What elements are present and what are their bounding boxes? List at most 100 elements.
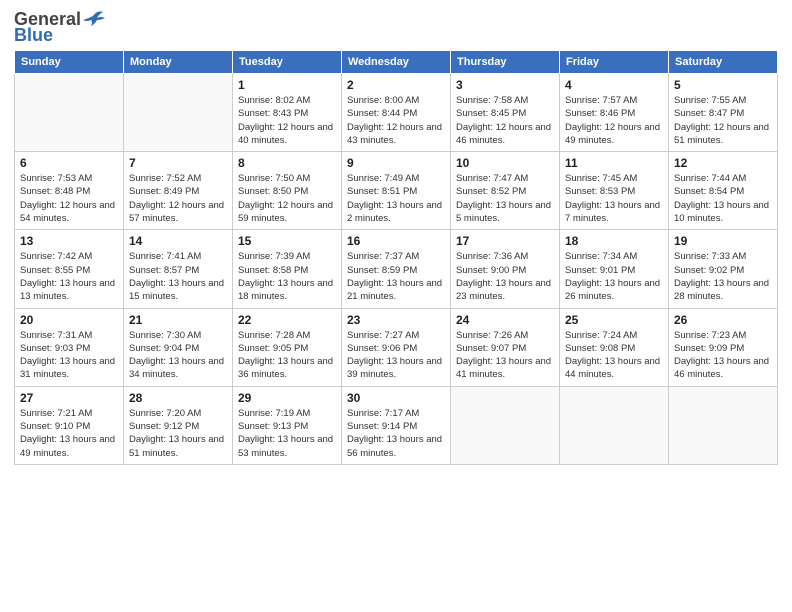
day-number: 8 bbox=[238, 156, 336, 170]
header: General Blue bbox=[14, 10, 778, 44]
day-number: 1 bbox=[238, 78, 336, 92]
calendar-cell: 20 Sunrise: 7:31 AM Sunset: 9:03 PM Dayli… bbox=[15, 308, 124, 386]
calendar-cell: 27 Sunrise: 7:21 AM Sunset: 9:10 PM Dayli… bbox=[15, 386, 124, 464]
calendar-cell: 6 Sunrise: 7:53 AM Sunset: 8:48 PM Daylig… bbox=[15, 152, 124, 230]
weekday-header-saturday: Saturday bbox=[669, 51, 778, 74]
day-info: Sunrise: 7:52 AM Sunset: 8:49 PM Dayligh… bbox=[129, 172, 227, 225]
weekday-header-sunday: Sunday bbox=[15, 51, 124, 74]
day-info: Sunrise: 7:50 AM Sunset: 8:50 PM Dayligh… bbox=[238, 172, 336, 225]
day-number: 23 bbox=[347, 313, 445, 327]
day-info: Sunrise: 7:27 AM Sunset: 9:06 PM Dayligh… bbox=[347, 329, 445, 382]
logo-blue-text: Blue bbox=[14, 26, 53, 44]
calendar-cell: 8 Sunrise: 7:50 AM Sunset: 8:50 PM Daylig… bbox=[233, 152, 342, 230]
weekday-header-thursday: Thursday bbox=[451, 51, 560, 74]
week-row-0: 1 Sunrise: 8:02 AM Sunset: 8:43 PM Daylig… bbox=[15, 74, 778, 152]
day-info: Sunrise: 8:02 AM Sunset: 8:43 PM Dayligh… bbox=[238, 94, 336, 147]
week-row-1: 6 Sunrise: 7:53 AM Sunset: 8:48 PM Daylig… bbox=[15, 152, 778, 230]
day-number: 28 bbox=[129, 391, 227, 405]
calendar-cell: 15Sunrise: 7:39 AM Sunset: 8:58 PM Dayli… bbox=[233, 230, 342, 308]
calendar-cell: 4 Sunrise: 7:57 AM Sunset: 8:46 PM Daylig… bbox=[560, 74, 669, 152]
calendar-cell: 5 Sunrise: 7:55 AM Sunset: 8:47 PM Daylig… bbox=[669, 74, 778, 152]
day-info: Sunrise: 7:30 AM Sunset: 9:04 PM Dayligh… bbox=[129, 329, 227, 382]
calendar-cell: 19Sunrise: 7:33 AM Sunset: 9:02 PM Dayli… bbox=[669, 230, 778, 308]
day-info: Sunrise: 7:21 AM Sunset: 9:10 PM Dayligh… bbox=[20, 407, 118, 460]
calendar-cell: 26Sunrise: 7:23 AM Sunset: 9:09 PM Dayli… bbox=[669, 308, 778, 386]
day-info: Sunrise: 7:49 AM Sunset: 8:51 PM Dayligh… bbox=[347, 172, 445, 225]
day-info: Sunrise: 7:17 AM Sunset: 9:14 PM Dayligh… bbox=[347, 407, 445, 460]
calendar-cell bbox=[15, 74, 124, 152]
calendar-cell: 21 Sunrise: 7:30 AM Sunset: 9:04 PM Dayli… bbox=[124, 308, 233, 386]
day-number: 24 bbox=[456, 313, 554, 327]
day-number: 14 bbox=[129, 234, 227, 248]
calendar-cell: 14 Sunrise: 7:41 AM Sunset: 8:57 PM Dayli… bbox=[124, 230, 233, 308]
calendar-cell: 16 Sunrise: 7:37 AM Sunset: 8:59 PM Dayli… bbox=[342, 230, 451, 308]
calendar-cell bbox=[560, 386, 669, 464]
day-number: 4 bbox=[565, 78, 663, 92]
calendar-cell: 25 Sunrise: 7:24 AM Sunset: 9:08 PM Dayli… bbox=[560, 308, 669, 386]
day-info: Sunrise: 7:58 AM Sunset: 8:45 PM Dayligh… bbox=[456, 94, 554, 147]
calendar-cell: 11 Sunrise: 7:45 AM Sunset: 8:53 PM Dayli… bbox=[560, 152, 669, 230]
page: General Blue SundayMondayTuesdayWednesda… bbox=[0, 0, 792, 612]
calendar-cell: 28 Sunrise: 7:20 AM Sunset: 9:12 PM Dayli… bbox=[124, 386, 233, 464]
weekday-header-row: SundayMondayTuesdayWednesdayThursdayFrid… bbox=[15, 51, 778, 74]
day-number: 15 bbox=[238, 234, 336, 248]
day-number: 11 bbox=[565, 156, 663, 170]
day-info: Sunrise: 8:00 AM Sunset: 8:44 PM Dayligh… bbox=[347, 94, 445, 147]
calendar-cell: 18 Sunrise: 7:34 AM Sunset: 9:01 PM Dayli… bbox=[560, 230, 669, 308]
day-info: Sunrise: 7:23 AM Sunset: 9:09 PM Dayligh… bbox=[674, 329, 772, 382]
weekday-header-wednesday: Wednesday bbox=[342, 51, 451, 74]
calendar-cell: 17Sunrise: 7:36 AM Sunset: 9:00 PM Dayli… bbox=[451, 230, 560, 308]
day-info: Sunrise: 7:28 AM Sunset: 9:05 PM Dayligh… bbox=[238, 329, 336, 382]
calendar-cell: 9 Sunrise: 7:49 AM Sunset: 8:51 PM Daylig… bbox=[342, 152, 451, 230]
weekday-header-tuesday: Tuesday bbox=[233, 51, 342, 74]
day-info: Sunrise: 7:41 AM Sunset: 8:57 PM Dayligh… bbox=[129, 250, 227, 303]
logo-bird-icon bbox=[83, 10, 105, 28]
calendar-cell: 22 Sunrise: 7:28 AM Sunset: 9:05 PM Dayli… bbox=[233, 308, 342, 386]
day-number: 29 bbox=[238, 391, 336, 405]
calendar-cell: 12 Sunrise: 7:44 AM Sunset: 8:54 PM Dayli… bbox=[669, 152, 778, 230]
day-number: 20 bbox=[20, 313, 118, 327]
day-number: 6 bbox=[20, 156, 118, 170]
day-info: Sunrise: 7:36 AM Sunset: 9:00 PM Dayligh… bbox=[456, 250, 554, 303]
calendar-cell: 3Sunrise: 7:58 AM Sunset: 8:45 PM Daylig… bbox=[451, 74, 560, 152]
calendar-cell: 7 Sunrise: 7:52 AM Sunset: 8:49 PM Daylig… bbox=[124, 152, 233, 230]
weekday-header-friday: Friday bbox=[560, 51, 669, 74]
calendar-cell: 30Sunrise: 7:17 AM Sunset: 9:14 PM Dayli… bbox=[342, 386, 451, 464]
day-number: 18 bbox=[565, 234, 663, 248]
calendar-cell: 2Sunrise: 8:00 AM Sunset: 8:44 PM Daylig… bbox=[342, 74, 451, 152]
day-info: Sunrise: 7:19 AM Sunset: 9:13 PM Dayligh… bbox=[238, 407, 336, 460]
logo: General Blue bbox=[14, 10, 105, 44]
day-number: 13 bbox=[20, 234, 118, 248]
day-info: Sunrise: 7:31 AM Sunset: 9:03 PM Dayligh… bbox=[20, 329, 118, 382]
week-row-4: 27 Sunrise: 7:21 AM Sunset: 9:10 PM Dayli… bbox=[15, 386, 778, 464]
day-number: 12 bbox=[674, 156, 772, 170]
day-number: 27 bbox=[20, 391, 118, 405]
day-number: 5 bbox=[674, 78, 772, 92]
day-number: 22 bbox=[238, 313, 336, 327]
weekday-header-monday: Monday bbox=[124, 51, 233, 74]
day-info: Sunrise: 7:44 AM Sunset: 8:54 PM Dayligh… bbox=[674, 172, 772, 225]
day-info: Sunrise: 7:20 AM Sunset: 9:12 PM Dayligh… bbox=[129, 407, 227, 460]
day-number: 21 bbox=[129, 313, 227, 327]
day-info: Sunrise: 7:55 AM Sunset: 8:47 PM Dayligh… bbox=[674, 94, 772, 147]
day-info: Sunrise: 7:53 AM Sunset: 8:48 PM Dayligh… bbox=[20, 172, 118, 225]
calendar-cell: 1 Sunrise: 8:02 AM Sunset: 8:43 PM Daylig… bbox=[233, 74, 342, 152]
day-info: Sunrise: 7:57 AM Sunset: 8:46 PM Dayligh… bbox=[565, 94, 663, 147]
day-info: Sunrise: 7:45 AM Sunset: 8:53 PM Dayligh… bbox=[565, 172, 663, 225]
calendar-cell: 10 Sunrise: 7:47 AM Sunset: 8:52 PM Dayli… bbox=[451, 152, 560, 230]
day-info: Sunrise: 7:37 AM Sunset: 8:59 PM Dayligh… bbox=[347, 250, 445, 303]
day-number: 10 bbox=[456, 156, 554, 170]
day-number: 16 bbox=[347, 234, 445, 248]
day-info: Sunrise: 7:33 AM Sunset: 9:02 PM Dayligh… bbox=[674, 250, 772, 303]
day-info: Sunrise: 7:34 AM Sunset: 9:01 PM Dayligh… bbox=[565, 250, 663, 303]
day-info: Sunrise: 7:47 AM Sunset: 8:52 PM Dayligh… bbox=[456, 172, 554, 225]
calendar-cell bbox=[669, 386, 778, 464]
day-info: Sunrise: 7:42 AM Sunset: 8:55 PM Dayligh… bbox=[20, 250, 118, 303]
day-info: Sunrise: 7:26 AM Sunset: 9:07 PM Dayligh… bbox=[456, 329, 554, 382]
day-number: 7 bbox=[129, 156, 227, 170]
day-info: Sunrise: 7:24 AM Sunset: 9:08 PM Dayligh… bbox=[565, 329, 663, 382]
calendar-cell bbox=[124, 74, 233, 152]
day-number: 25 bbox=[565, 313, 663, 327]
day-number: 9 bbox=[347, 156, 445, 170]
calendar-cell: 13 Sunrise: 7:42 AM Sunset: 8:55 PM Dayli… bbox=[15, 230, 124, 308]
